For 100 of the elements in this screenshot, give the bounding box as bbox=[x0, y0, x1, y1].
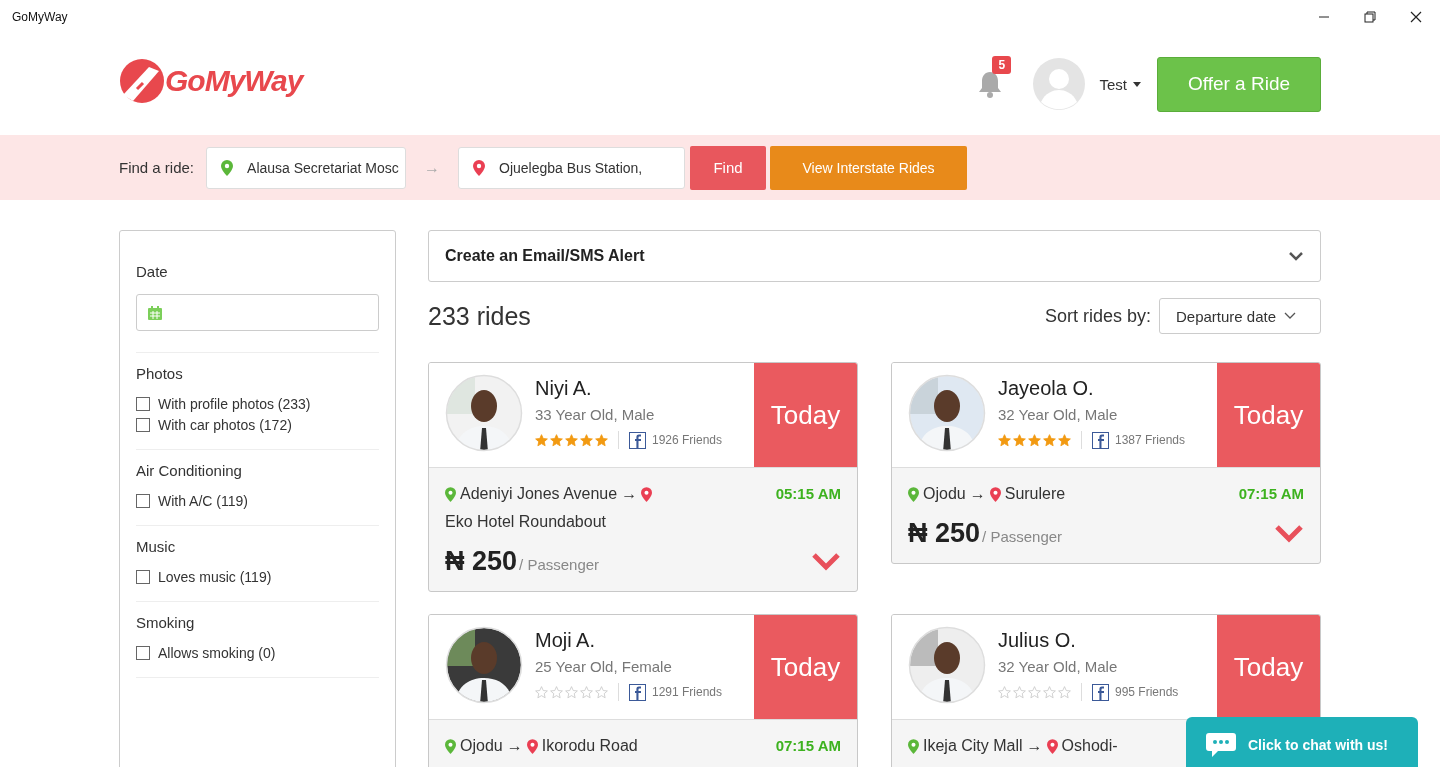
checkbox[interactable] bbox=[136, 494, 150, 508]
filter-title: Date bbox=[136, 263, 169, 280]
social-icon bbox=[629, 431, 646, 449]
friends-count: 1926 Friends bbox=[652, 433, 723, 447]
filter-option[interactable]: Loves music (119) bbox=[136, 569, 379, 585]
ride-card[interactable]: Niyi A. 33 Year Old, Male 1926 Friends Today Adeniyi Jones Avenue → Eko Hotel Roundabout 05:15 AM ₦ 250/ Passenger bbox=[428, 362, 858, 592]
star-icon bbox=[565, 433, 578, 447]
driver-details: 33 Year Old, Male bbox=[535, 406, 656, 423]
price-amount: ₦ 250 bbox=[445, 546, 518, 577]
pin-icon bbox=[989, 486, 1001, 502]
ride-card[interactable]: Jayeola O. 32 Year Old, Male 1387 Friends Today Ojodu → Surulere 07:15 AM ₦ 250/ Passenger bbox=[891, 362, 1321, 564]
alert-panel[interactable]: Create an Email/SMS Alert bbox=[428, 230, 1321, 282]
chevron-down-icon bbox=[1288, 251, 1304, 261]
driver-name[interactable]: Jayeola O. bbox=[998, 377, 1217, 400]
day-label: Today bbox=[1217, 615, 1320, 719]
pin-icon bbox=[641, 486, 653, 502]
logo-text[interactable]: GoMyWay bbox=[165, 64, 303, 98]
pin-icon bbox=[221, 159, 234, 176]
pin-icon bbox=[908, 486, 919, 502]
driver-name[interactable]: Julius O. bbox=[998, 629, 1217, 652]
filter-option[interactable]: With profile photos (233) bbox=[136, 396, 379, 412]
destination-text: Ikorodu Road bbox=[541, 736, 638, 756]
sort-label: Sort rides by: bbox=[1044, 305, 1151, 327]
bell-icon[interactable] bbox=[977, 70, 1004, 98]
checkbox[interactable] bbox=[136, 397, 150, 411]
filter-option[interactable]: Allows smoking (0) bbox=[136, 645, 379, 661]
friends-count: 995 Friends bbox=[1115, 685, 1179, 699]
star-icon bbox=[550, 685, 563, 699]
notification-count: 5 bbox=[992, 56, 1012, 74]
filter-title: Air Conditioning bbox=[136, 462, 243, 479]
star-icon bbox=[1028, 433, 1041, 447]
star-icon bbox=[1058, 685, 1071, 699]
social-icon bbox=[1092, 683, 1109, 701]
star-icon bbox=[1058, 433, 1071, 447]
price-unit: / Passenger bbox=[519, 556, 600, 573]
close-icon[interactable] bbox=[1410, 10, 1422, 23]
friends-count: 1291 Friends bbox=[652, 685, 723, 699]
star-icon bbox=[550, 433, 563, 447]
friends-count: 1387 Friends bbox=[1115, 433, 1186, 447]
chat-bubble-icon bbox=[1206, 732, 1236, 757]
star-icon bbox=[565, 685, 578, 699]
destination-text: Surulere bbox=[1004, 484, 1066, 504]
price-unit: / Passenger bbox=[982, 528, 1063, 545]
star-icon bbox=[998, 433, 1011, 447]
star-icon bbox=[1043, 433, 1056, 447]
filter-option[interactable]: With A/C (119) bbox=[136, 493, 379, 509]
star-icon bbox=[580, 433, 593, 447]
sort-dropdown[interactable]: Departure date bbox=[1159, 298, 1321, 334]
ride-count: 233 rides bbox=[428, 301, 531, 331]
alert-title: Create an Email/SMS Alert bbox=[445, 247, 645, 265]
pin-icon bbox=[445, 486, 456, 502]
star-icon bbox=[535, 433, 548, 447]
chevron-down-icon[interactable] bbox=[811, 551, 841, 572]
date-field[interactable] bbox=[136, 294, 379, 331]
pin-icon bbox=[908, 738, 919, 754]
driver-details: 25 Year Old, Female bbox=[535, 658, 673, 675]
checkbox[interactable] bbox=[136, 570, 150, 584]
star-icon bbox=[1028, 685, 1041, 699]
filter-option[interactable]: With car photos (172) bbox=[136, 417, 379, 433]
origin-text: Adeniyi Jones Avenue bbox=[460, 484, 618, 504]
day-label: Today bbox=[1217, 363, 1320, 467]
social-icon bbox=[629, 683, 646, 701]
star-icon bbox=[535, 685, 548, 699]
star-icon bbox=[1043, 685, 1056, 699]
price-amount: ₦ 250 bbox=[908, 518, 981, 549]
star-icon bbox=[580, 685, 593, 699]
user-menu[interactable]: Test bbox=[1099, 75, 1141, 93]
filter-title: Smoking bbox=[136, 614, 196, 631]
departure-time: 07:15 AM bbox=[1238, 484, 1304, 504]
star-icon bbox=[998, 685, 1011, 699]
origin-field[interactable]: Alausa Secretariat Mosc bbox=[206, 146, 407, 189]
filter-title: Music bbox=[136, 538, 177, 555]
destination-field[interactable]: Ojuelegba Bus Station, bbox=[458, 146, 686, 189]
filter-title: Photos bbox=[136, 365, 184, 382]
driver-details: 32 Year Old, Male bbox=[998, 406, 1119, 423]
find-ride-label: Find a ride: bbox=[119, 159, 195, 176]
star-icon bbox=[1013, 685, 1026, 699]
pin-icon bbox=[1046, 738, 1058, 754]
restore-icon[interactable] bbox=[1364, 10, 1376, 23]
driver-name[interactable]: Niyi A. bbox=[535, 377, 754, 400]
ride-card[interactable]: Moji A. 25 Year Old, Female 1291 Friends Today Ojodu → Ikorodu Road 07:15 AM bbox=[428, 614, 858, 767]
star-icon bbox=[595, 685, 608, 699]
road-logo-icon bbox=[119, 57, 165, 105]
star-icon bbox=[595, 433, 608, 447]
arrow-text: → bbox=[1026, 736, 1043, 756]
departure-time: 07:15 AM bbox=[775, 736, 841, 756]
chevron-down-icon[interactable] bbox=[1274, 523, 1304, 544]
social-icon bbox=[1092, 431, 1109, 449]
pin-icon bbox=[473, 159, 486, 176]
caret-icon bbox=[1133, 81, 1141, 87]
arrow-text: → bbox=[424, 158, 441, 177]
driver-name[interactable]: Moji A. bbox=[535, 629, 754, 652]
origin-text: Ojodu bbox=[923, 484, 966, 504]
arrow-text: → bbox=[621, 484, 638, 504]
find-button[interactable]: Find bbox=[690, 145, 767, 190]
checkbox[interactable] bbox=[136, 646, 150, 660]
arrow-text: → bbox=[969, 484, 986, 504]
checkbox[interactable] bbox=[136, 418, 150, 432]
chevron-down-icon bbox=[1284, 312, 1297, 320]
destination-text: Eko Hotel Roundabout bbox=[445, 512, 606, 532]
